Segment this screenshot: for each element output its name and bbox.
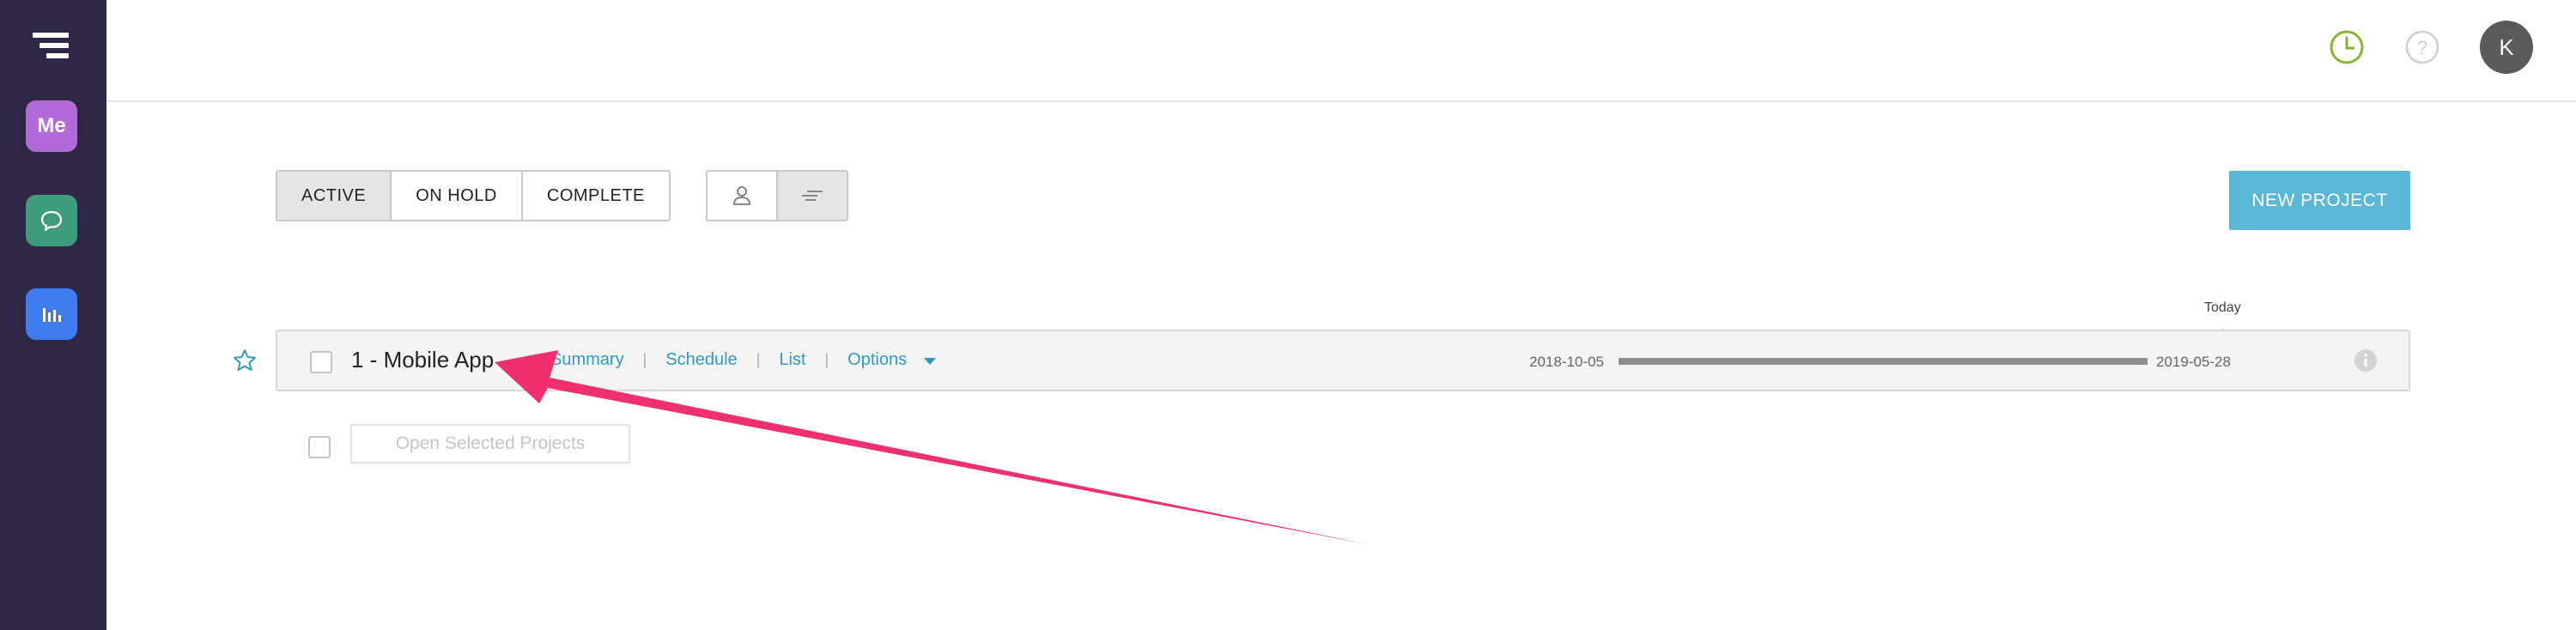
chevron-down-icon — [923, 358, 936, 365]
timeline-view-button[interactable] — [776, 172, 847, 220]
info-icon[interactable] — [2354, 348, 2378, 373]
chat-icon — [40, 210, 63, 232]
sidebar: Me — [0, 0, 106, 630]
tab-on-hold[interactable]: ON HOLD — [392, 172, 523, 220]
new-project-button[interactable]: NEW PROJECT — [2229, 171, 2410, 230]
link-separator: | — [642, 351, 647, 368]
clock-icon[interactable] — [2329, 29, 2365, 65]
open-selected-projects-button[interactable]: Open Selected Projects — [350, 424, 630, 463]
person-icon — [733, 186, 750, 205]
timeline-progress — [1619, 358, 2148, 365]
start-date: 2018-10-05 — [1529, 354, 1604, 370]
timeline-view-icon — [802, 191, 823, 201]
user-avatar[interactable]: K — [2480, 21, 2533, 74]
list-link[interactable]: List — [779, 350, 805, 370]
project-name[interactable]: 1 - Mobile App — [351, 347, 494, 373]
schedule-link[interactable]: Schedule — [665, 350, 737, 370]
options-label: Options — [848, 350, 908, 369]
svg-text:?: ? — [2417, 37, 2427, 58]
nav-chat-button[interactable] — [26, 195, 77, 246]
project-links: Summary | Schedule | List | Options — [550, 350, 936, 370]
project-checkbox[interactable] — [310, 351, 332, 373]
options-dropdown[interactable]: Options — [848, 350, 936, 370]
nav-me-label: Me — [37, 114, 66, 137]
star-icon[interactable] — [232, 348, 258, 373]
help-icon[interactable]: ? — [2404, 29, 2440, 65]
project-row[interactable]: 1 - Mobile App Summary | Schedule | List… — [276, 330, 2410, 391]
summary-link[interactable]: Summary — [550, 350, 624, 370]
tab-complete[interactable]: COMPLETE — [522, 172, 669, 220]
bar-chart-icon — [43, 308, 61, 322]
tab-active[interactable]: ACTIVE — [277, 172, 392, 220]
link-separator: | — [756, 351, 761, 368]
menu-logo-icon[interactable] — [33, 33, 69, 60]
view-toggle — [706, 170, 848, 221]
nav-reports-button[interactable] — [26, 288, 77, 340]
select-all-checkbox[interactable] — [308, 436, 331, 458]
nav-me-button[interactable]: Me — [26, 100, 77, 152]
timeline-bar — [1619, 358, 2148, 365]
today-label: Today — [2204, 300, 2241, 315]
person-view-button[interactable] — [708, 172, 776, 220]
status-filter-tabs: ACTIVE ON HOLD COMPLETE — [276, 170, 671, 221]
link-separator: | — [824, 351, 829, 368]
avatar-initial: K — [2499, 33, 2514, 60]
end-date: 2019-05-28 — [2156, 354, 2231, 370]
top-bar — [106, 0, 2576, 102]
